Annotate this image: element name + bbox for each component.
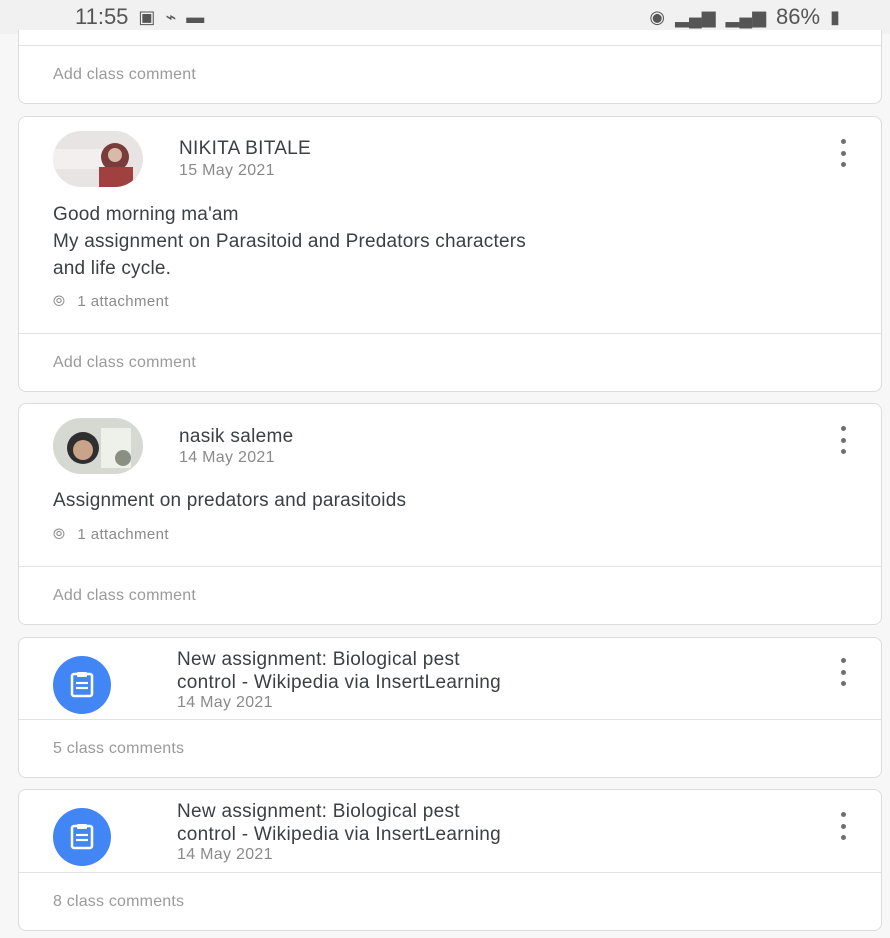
avatar[interactable] xyxy=(53,418,143,474)
alarm-icon: ◉ xyxy=(649,6,666,27)
signal-icon-2: ▂▄▆ xyxy=(725,6,767,27)
kebab-dot xyxy=(840,823,846,829)
class-comments-count: 5 class comments xyxy=(53,739,185,757)
assignment-clipboard-icon xyxy=(53,808,111,866)
add-class-comment-button[interactable]: Add class comment xyxy=(19,45,881,103)
assignment-title: New assignment: Biological pest control … xyxy=(177,648,771,694)
battery-percentage: 86% xyxy=(776,4,821,29)
assignment-date: 14 May 2021 xyxy=(177,694,273,711)
paperclip-icon: ⦾ xyxy=(53,293,66,310)
attachment-count: 1 attachment xyxy=(77,293,169,310)
post-body-line: and life cycle. xyxy=(53,258,172,279)
attachment-link[interactable]: ⦾ 1 attachment xyxy=(53,293,169,310)
kebab-dot xyxy=(840,449,846,454)
add-class-comment-label: Add class comment xyxy=(53,586,197,604)
avatar[interactable] xyxy=(53,131,143,187)
signal-icon: ▂▄▆ xyxy=(675,6,716,27)
post-body-line: Good morning ma'am xyxy=(53,204,239,225)
post-body-line: My assignment on Parasitoid and Predator… xyxy=(53,231,526,252)
kebab-dot xyxy=(840,426,846,431)
status-bar: 11:55 ▣ ⌁ ▬ ◉ ▂▄▆ ▂▄▆ 86% ▮ xyxy=(0,0,890,34)
assignment-card[interactable]: New assignment: Biological pest control … xyxy=(18,637,882,778)
post-card: Add class comment xyxy=(18,30,882,104)
status-time: 11:55 xyxy=(75,4,129,29)
class-comments-count: 8 class comments xyxy=(53,892,185,910)
add-class-comment-button[interactable]: Add class comment xyxy=(19,333,881,391)
post-card: nasik saleme 14 May 2021 Assignment on p… xyxy=(18,403,882,625)
assignment-title-line: New assignment: Biological pest xyxy=(177,801,460,822)
assignment-clipboard-icon xyxy=(53,656,111,714)
post-card: NIKITA BITALE 15 May 2021 Good morning m… xyxy=(18,116,882,392)
kebab-dot xyxy=(840,812,846,817)
post-body: Good morning ma'am My assignment on Para… xyxy=(53,201,841,282)
add-class-comment-label: Add class comment xyxy=(53,353,197,371)
kebab-dot xyxy=(840,669,846,675)
post-author: NIKITA BITALE xyxy=(179,138,312,159)
add-class-comment-button[interactable]: Add class comment xyxy=(19,566,881,624)
more-options-button[interactable] xyxy=(833,426,853,454)
kebab-dot xyxy=(840,681,846,686)
class-comments-link[interactable]: 5 class comments xyxy=(19,719,881,777)
post-body: Assignment on predators and parasitoids xyxy=(53,487,841,514)
post-author: nasik saleme xyxy=(179,426,294,447)
kebab-dot xyxy=(840,139,846,144)
assignment-title-line: New assignment: Biological pest xyxy=(177,649,460,670)
kebab-dot xyxy=(840,437,846,443)
assignment-title: New assignment: Biological pest control … xyxy=(177,800,771,846)
more-options-button[interactable] xyxy=(833,139,853,167)
attachment-link[interactable]: ⦾ 1 attachment xyxy=(53,526,169,543)
attachment-count: 1 attachment xyxy=(77,526,169,543)
message-notification-icon: ▬ xyxy=(186,6,205,27)
add-class-comment-label: Add class comment xyxy=(53,65,197,83)
assignment-title-line: control - Wikipedia via InsertLearning xyxy=(177,672,501,693)
more-options-button[interactable] xyxy=(833,812,853,840)
gallery-notification-icon: ▣ xyxy=(138,6,156,27)
battery-icon: ▮ xyxy=(830,6,840,27)
post-date: 14 May 2021 xyxy=(179,449,275,466)
kebab-dot xyxy=(840,835,846,840)
kebab-dot xyxy=(840,150,846,156)
notification-icon: ⌁ xyxy=(165,6,177,27)
more-options-button[interactable] xyxy=(833,658,853,686)
kebab-dot xyxy=(840,658,846,663)
assignment-date: 14 May 2021 xyxy=(177,846,273,863)
post-body-line: Assignment on predators and parasitoids xyxy=(53,490,407,511)
kebab-dot xyxy=(840,162,846,167)
assignment-title-line: control - Wikipedia via InsertLearning xyxy=(177,824,501,845)
post-date: 15 May 2021 xyxy=(179,162,275,179)
assignment-card[interactable]: New assignment: Biological pest control … xyxy=(18,789,882,931)
class-comments-link[interactable]: 8 class comments xyxy=(19,872,881,930)
paperclip-icon: ⦾ xyxy=(53,526,66,543)
